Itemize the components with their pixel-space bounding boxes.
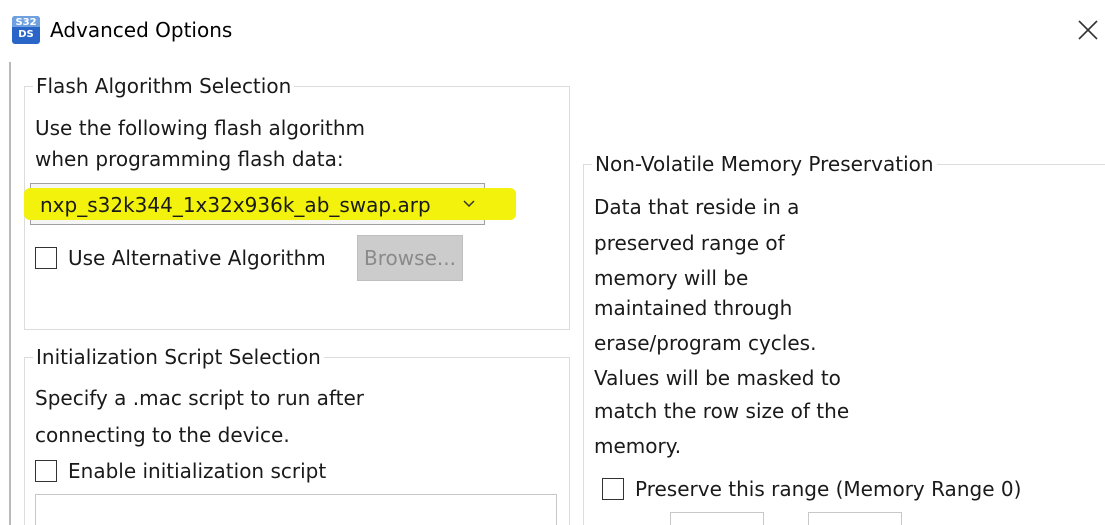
flash-algorithm-combo-value[interactable]: nxp_s32k344_1x32x936k_ab_swap.arp	[40, 191, 431, 219]
nvm-description-line: Data that reside in a	[594, 195, 800, 219]
init-script-description-line1: Specify a .mac script to run after	[35, 386, 364, 410]
nvm-description-line: preserved range of	[594, 231, 785, 255]
init-script-legend: Initialization Script Selection	[33, 345, 324, 369]
browse-button[interactable]: Browse...	[357, 235, 463, 281]
range-end-field[interactable]	[808, 512, 902, 525]
nvm-description-line: memory.	[594, 434, 682, 458]
preserve-range-checkbox[interactable]	[602, 478, 624, 500]
nvm-description-line: Values will be masked to	[594, 366, 841, 390]
nvm-description-line: match the row size of the	[594, 399, 850, 423]
nvm-description-line: erase/program cycles.	[594, 331, 817, 355]
chevron-down-icon[interactable]	[462, 197, 476, 211]
flash-algorithm-description-line1: Use the following flash algorithm	[35, 116, 365, 140]
nvm-description-line: maintained through	[594, 296, 793, 320]
nvm-description-line: memory will be	[594, 266, 749, 290]
init-script-description-line2: connecting to the device.	[35, 423, 290, 447]
app-icon-label: S32 DS	[15, 17, 37, 40]
enable-init-script-checkbox[interactable]	[35, 460, 57, 482]
close-icon[interactable]	[1076, 18, 1100, 42]
use-alternative-algorithm-label[interactable]: Use Alternative Algorithm	[68, 244, 326, 272]
range-start-field[interactable]	[670, 512, 764, 525]
init-script-path-field[interactable]	[35, 494, 557, 525]
use-alternative-algorithm-checkbox[interactable]	[35, 247, 57, 269]
nvm-preservation-legend: Non-Volatile Memory Preservation	[592, 152, 937, 176]
flash-algorithm-legend: Flash Algorithm Selection	[33, 74, 295, 98]
window-title: Advanced Options	[50, 18, 233, 42]
title-bar: S32 DS Advanced Options	[0, 0, 1105, 62]
flash-algorithm-description-line2: when programming flash data:	[35, 147, 344, 171]
enable-init-script-label[interactable]: Enable initialization script	[68, 457, 326, 485]
dialog-left-border	[9, 62, 11, 525]
preserve-range-label[interactable]: Preserve this range (Memory Range 0)	[635, 475, 1021, 503]
